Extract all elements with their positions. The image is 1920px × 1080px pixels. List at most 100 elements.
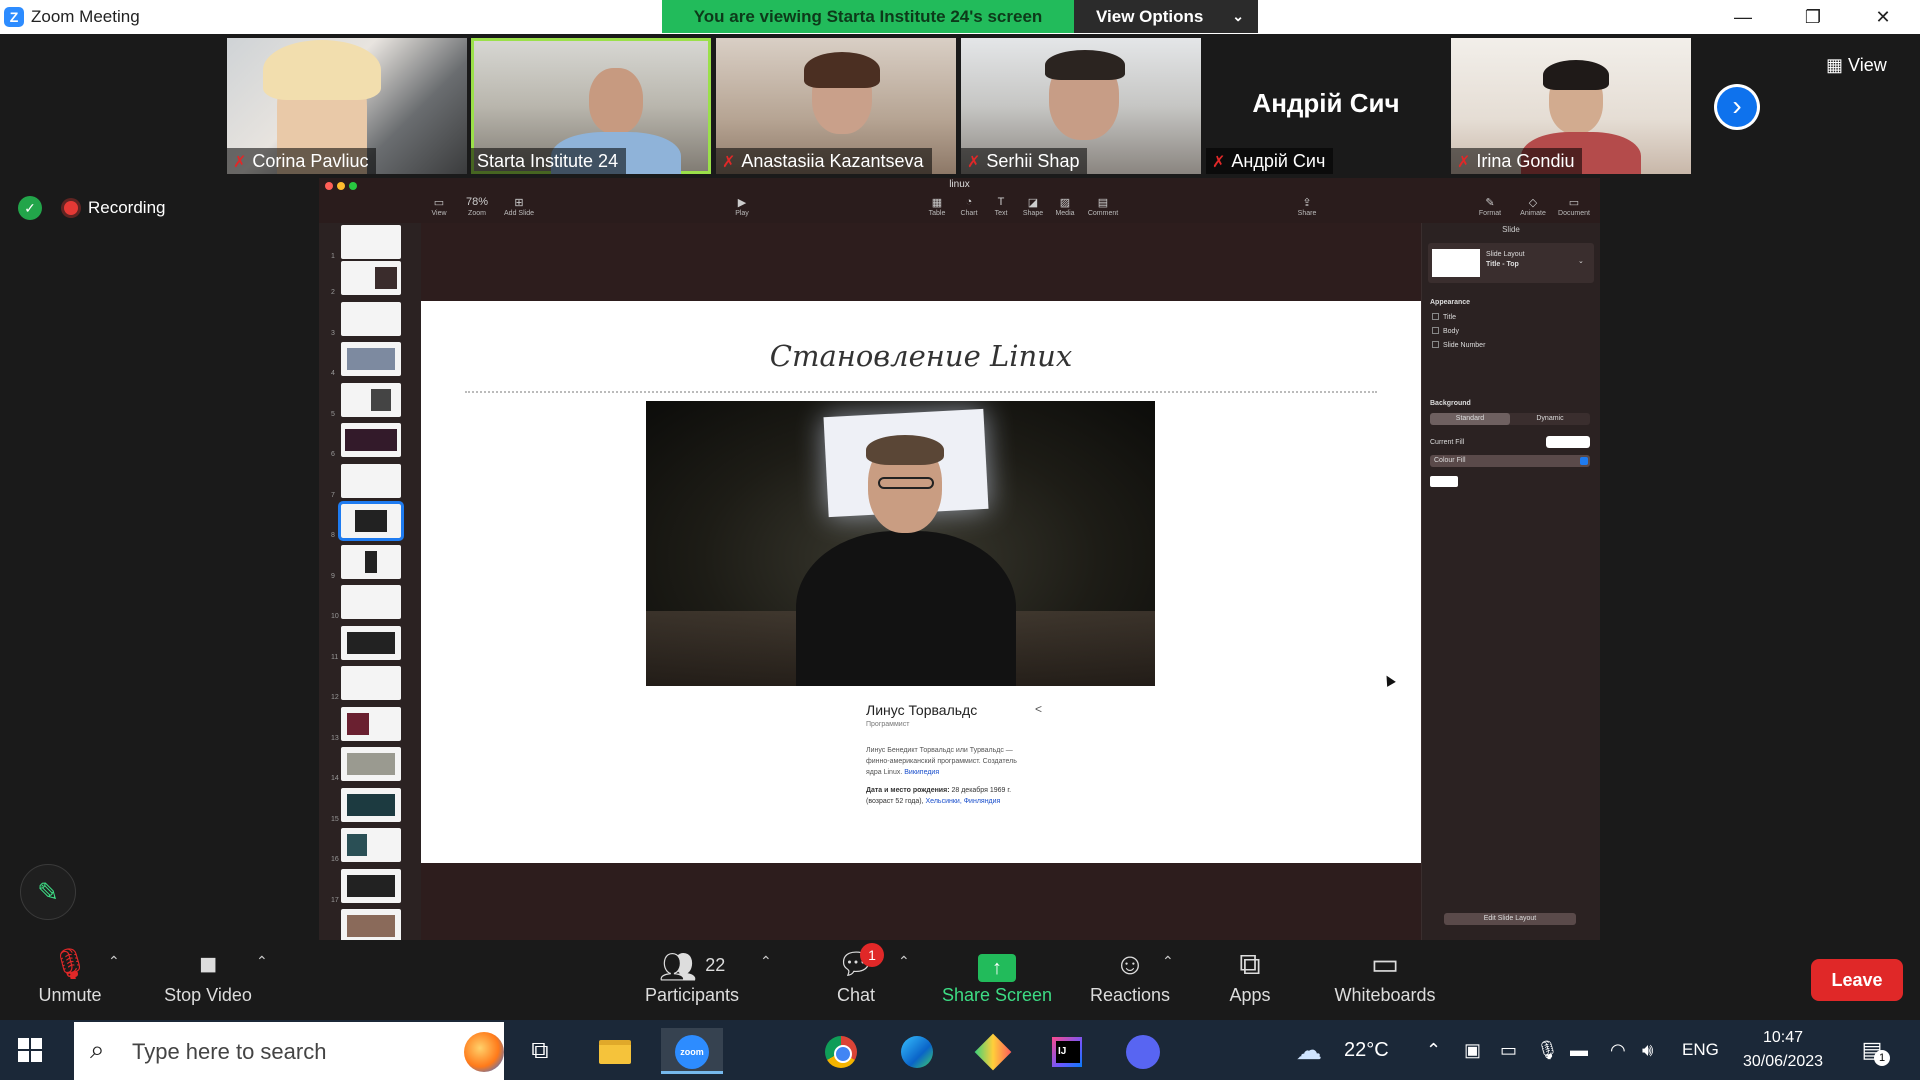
current-slide[interactable]: Становление Linux Линус Торвальдс < Прог… (421, 301, 1421, 863)
toolbar-comment[interactable]: ▤ Comment (1083, 196, 1123, 217)
annotate-pen-icon[interactable]: ✎ (20, 864, 76, 920)
toolbar-document[interactable]: ▭ Document (1554, 196, 1594, 217)
app-diamond-icon[interactable] (962, 1028, 1024, 1074)
video-tile-active-speaker[interactable]: Starta Institute 24 (471, 38, 711, 174)
microphone-icon[interactable]: 🎙︎ (1536, 1032, 1559, 1068)
reactions-options-caret[interactable]: ⌃ (1162, 945, 1182, 1015)
battery-icon[interactable]: ▬ (1570, 1032, 1588, 1068)
zoom-taskbar-icon[interactable]: zoom (661, 1028, 723, 1074)
security-shield-icon[interactable]: ✓ (18, 196, 42, 220)
toolbar-add-slide[interactable]: ⊞ Add Slide (499, 196, 539, 217)
edge-icon[interactable] (886, 1028, 948, 1074)
slide-thumbnail[interactable] (341, 626, 401, 660)
whiteboards-button[interactable]: ▭ Whiteboards (1330, 945, 1440, 1015)
toolbar-media[interactable]: ▨ Media (1045, 196, 1085, 217)
leave-meeting-button[interactable]: Leave (1811, 959, 1903, 1001)
slide-thumbnail[interactable] (341, 828, 401, 862)
slide-thumbnail[interactable] (341, 788, 401, 822)
toolbar-view[interactable]: ▭ View (419, 196, 459, 217)
participants-label: Participants (644, 985, 740, 1005)
windows-start-icon[interactable] (18, 1038, 42, 1062)
meet-now-icon[interactable]: ▣ (1464, 1032, 1481, 1068)
slide-thumbnail[interactable] (341, 261, 401, 295)
slide-navigator[interactable]: 1 2 3 4 5 6 7 8 9 10 11 12 13 14 15 16 1… (319, 223, 421, 940)
file-explorer-icon[interactable] (584, 1028, 646, 1074)
taskbar-clock[interactable]: 10:47 30/06/2023 (1728, 1026, 1838, 1074)
close-button[interactable]: ✕ (1848, 0, 1918, 34)
slide-thumbnail[interactable] (341, 383, 401, 417)
slide-thumbnail[interactable] (341, 707, 401, 741)
sidebar-icon: ▭ (433, 197, 445, 209)
slide-thumbnail[interactable] (341, 666, 401, 700)
apps-button[interactable]: ⧉ Apps (1222, 945, 1278, 1015)
intellij-icon[interactable] (1036, 1028, 1098, 1074)
participants-options-caret[interactable]: ⌃ (760, 945, 780, 1015)
video-options-caret[interactable]: ⌃ (256, 945, 276, 1015)
language-indicator[interactable]: ENG (1682, 1032, 1719, 1068)
chrome-icon[interactable] (810, 1028, 872, 1074)
weather-cloud-icon[interactable]: ☁ (1296, 1032, 1322, 1068)
slide-thumbnail[interactable] (341, 225, 401, 259)
recording-indicator[interactable]: Recording (64, 196, 166, 220)
next-participants-button[interactable]: › (1714, 84, 1760, 130)
slide-photo[interactable] (646, 401, 1155, 686)
notification-center-icon[interactable]: ▤ 1 (1856, 1034, 1890, 1066)
slide-title[interactable]: Становление Linux (421, 339, 1421, 373)
appearance-slide-number-checkbox[interactable]: Slide Number (1432, 341, 1485, 349)
audio-options-caret[interactable]: ⌃ (108, 945, 128, 1015)
taskbar-search-box[interactable]: ⌕ Type here to search (74, 1022, 504, 1080)
participants-button[interactable]: 👥︎ 22 Participants (640, 945, 744, 1015)
reactions-button[interactable]: ☺ Reactions (1088, 945, 1172, 1015)
slide-layout-picker[interactable]: Slide Layout Title - Top ⌄ (1428, 243, 1594, 283)
video-tile-no-video[interactable]: Андрій Сич ✗ Андрій Сич (1206, 38, 1446, 174)
fill-type-select[interactable]: Colour Fill (1430, 455, 1590, 467)
wifi-icon[interactable]: ◠ (1610, 1032, 1626, 1068)
slide-thumbnail[interactable] (341, 585, 401, 619)
slide-thumbnail[interactable] (341, 869, 401, 903)
slide-thumbnail[interactable] (341, 909, 401, 940)
chat-options-caret[interactable]: ⌃ (898, 945, 918, 1015)
bg-dynamic-option[interactable]: Dynamic (1510, 413, 1590, 425)
slide-thumbnail[interactable] (341, 342, 401, 376)
chat-button[interactable]: 💬︎ 1 Chat (826, 943, 886, 1015)
share-screen-button[interactable]: ↑ Share Screen (940, 945, 1054, 1015)
toolbar-zoom[interactable]: 78% Zoom (457, 196, 497, 217)
thumb-image (347, 875, 395, 897)
toolbar-animate[interactable]: ◇ Animate (1513, 196, 1553, 217)
slide-thumbnail[interactable] (341, 545, 401, 579)
appearance-body-checkbox[interactable]: Body (1432, 327, 1459, 335)
view-layout-button[interactable]: ▦ View (1826, 48, 1906, 82)
slide-thumbnail[interactable] (341, 747, 401, 781)
stop-video-button[interactable]: ■ Stop Video (160, 945, 256, 1015)
unmute-button[interactable]: 🎙︎ Unmute (28, 945, 112, 1015)
slide-thumbnail[interactable] (341, 423, 401, 457)
edit-slide-layout-button[interactable]: Edit Slide Layout (1444, 913, 1576, 925)
appearance-title-checkbox[interactable]: Title (1432, 313, 1456, 321)
toolbar-share[interactable]: ⇪ Share (1287, 196, 1327, 217)
weather-temperature[interactable]: 22°C (1344, 1032, 1389, 1068)
color-well[interactable] (1430, 476, 1458, 487)
current-fill-swatch[interactable] (1546, 436, 1590, 448)
display-icon[interactable]: ▭ (1500, 1032, 1517, 1068)
video-tile[interactable]: ✗ Corina Pavliuc (227, 38, 467, 174)
tray-overflow-chevron-icon[interactable]: ⌃ (1426, 1032, 1441, 1068)
video-tile[interactable]: ✗ Serhii Shap (961, 38, 1201, 174)
restore-button[interactable]: ❐ (1778, 0, 1848, 34)
video-tile[interactable]: ✗ Irina Gondiu (1451, 38, 1691, 174)
slide-thumbnail[interactable] (341, 302, 401, 336)
video-tile[interactable]: ✗ Anastasiia Kazantseva (716, 38, 956, 174)
minimize-button[interactable]: — (1708, 0, 1778, 34)
slide-thumbnail-selected[interactable] (338, 501, 404, 541)
background-mode-toggle[interactable]: Standard Dynamic (1430, 413, 1590, 425)
discord-icon[interactable] (1112, 1028, 1174, 1074)
shared-screen[interactable]: linux ▭ View 78% Zoom ⊞ Add Slide ▶ Play ▦ Ta… (319, 178, 1600, 940)
task-view-icon[interactable]: ⧉ (509, 1028, 571, 1074)
bg-standard-option[interactable]: Standard (1430, 413, 1510, 425)
volume-icon[interactable]: 🔊︎ (1642, 1032, 1653, 1068)
toolbar-play[interactable]: ▶ Play (722, 196, 762, 217)
format-inspector[interactable]: Slide Slide Layout Title - Top ⌄ Appeara… (1421, 223, 1600, 940)
photo-hair (866, 435, 944, 465)
slide-thumbnail[interactable] (341, 464, 401, 498)
toolbar-format[interactable]: ✎ Format (1470, 196, 1510, 217)
view-options-button[interactable]: View Options ⌄ (1074, 0, 1258, 33)
